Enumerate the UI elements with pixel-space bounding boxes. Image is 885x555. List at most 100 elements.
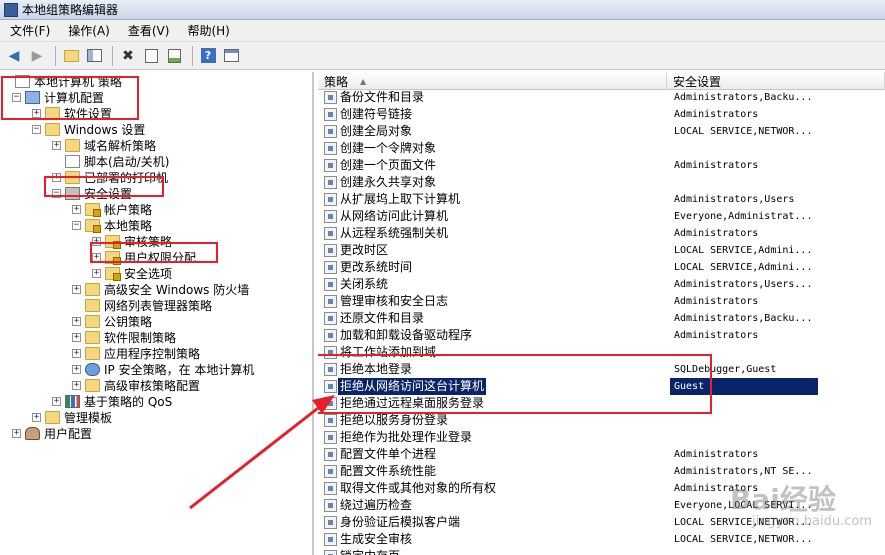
expand-icon[interactable]: + — [72, 284, 81, 294]
tree-item[interactable]: − 本地策略 — [72, 217, 152, 233]
policy-name: 从远程系统强制关机 — [340, 226, 449, 240]
policy-row[interactable]: 拒绝从网络访问这台计算机 Guest — [318, 378, 818, 395]
collapse-icon[interactable]: − — [12, 92, 21, 102]
export-list-icon[interactable] — [164, 46, 184, 66]
delete-icon[interactable]: ✖ — [118, 46, 138, 66]
expand-icon[interactable]: + — [72, 380, 81, 390]
view-icon[interactable] — [221, 46, 241, 66]
policy-row[interactable]: 管理审核和安全日志 Administrators — [318, 293, 818, 310]
tree-item[interactable]: − 安全设置 — [52, 185, 132, 201]
tree-item[interactable]: + 帐户策略 — [72, 201, 152, 217]
policy-row[interactable]: 从远程系统强制关机 Administrators — [318, 225, 818, 242]
policy-row[interactable]: 拒绝以服务身份登录 — [318, 412, 818, 429]
help-icon[interactable]: ? — [198, 46, 218, 66]
menu-file[interactable]: 文件(F) — [4, 22, 56, 39]
expand-icon[interactable]: + — [72, 332, 81, 342]
pc-icon — [25, 90, 40, 104]
collapse-icon[interactable]: − — [72, 220, 81, 230]
tree-item[interactable]: + 审核策略 — [92, 233, 172, 249]
tree-item[interactable]: + 管理模板 — [32, 409, 112, 425]
expand-icon[interactable]: + — [52, 172, 61, 182]
security-setting-value: LOCAL SERVICE,Admini... — [674, 262, 813, 273]
tree-item[interactable]: + 公钥策略 — [72, 313, 152, 329]
tree-item-label: 安全设置 — [84, 186, 133, 201]
up-folder-icon[interactable] — [61, 46, 81, 66]
security-setting-value: Administrators,Backu... — [674, 92, 813, 103]
policy-row[interactable]: 将工作站添加到域 — [318, 344, 818, 361]
collapse-icon[interactable]: − — [32, 124, 41, 134]
policy-row[interactable]: 备份文件和目录 Administrators,Backu... — [318, 89, 818, 106]
forward-arrow-icon[interactable]: ▶ — [27, 46, 47, 66]
tree-item[interactable]: + IP 安全策略，在 本地计算机 — [72, 361, 254, 377]
tree-item[interactable]: + 应用程序控制策略 — [72, 345, 200, 361]
security-setting-value: Administrators — [674, 228, 759, 239]
security-setting-value: Administrators — [674, 296, 759, 307]
menu-view[interactable]: 查看(V) — [122, 22, 176, 39]
column-header-security-setting[interactable]: 安全设置 — [667, 72, 885, 90]
menu-action[interactable]: 操作(A) — [62, 22, 116, 39]
expand-icon[interactable]: + — [12, 428, 21, 438]
folder-icon — [85, 314, 100, 328]
expand-icon[interactable]: + — [92, 268, 101, 278]
tree-item[interactable]: 脚本(启动/关机) — [52, 153, 169, 169]
collapse-icon[interactable]: − — [52, 188, 61, 198]
expand-icon[interactable]: + — [72, 316, 81, 326]
tree-item[interactable]: + 软件设置 — [32, 105, 112, 121]
policy-row[interactable]: 拒绝通过远程桌面服务登录 — [318, 395, 818, 412]
security-setting-value — [670, 429, 818, 446]
menu-help[interactable]: 帮助(H) — [181, 22, 235, 39]
properties-icon[interactable] — [141, 46, 161, 66]
policy-row[interactable]: 配置文件单个进程 Administrators — [318, 446, 818, 463]
policy-row[interactable]: 创建全局对象 LOCAL SERVICE,NETWOR... — [318, 123, 818, 140]
expand-icon[interactable]: + — [32, 108, 41, 118]
policy-row[interactable]: 锁定内存页 — [318, 548, 818, 555]
tree-item[interactable]: + 基于策略的 QoS — [52, 393, 172, 409]
show-hide-tree-icon[interactable] — [84, 46, 104, 66]
policy-row[interactable]: 从扩展坞上取下计算机 Administrators,Users — [318, 191, 818, 208]
tree-item[interactable]: + 已部署的打印机 — [52, 169, 168, 185]
policy-row[interactable]: 更改系统时间 LOCAL SERVICE,Admini... — [318, 259, 818, 276]
policy-row[interactable]: 创建一个页面文件 Administrators — [318, 157, 818, 174]
tree-item-label: 域名解析策略 — [84, 138, 157, 153]
shield-icon — [65, 186, 80, 200]
policy-row[interactable]: 更改时区 LOCAL SERVICE,Admini... — [318, 242, 818, 259]
policy-row[interactable]: 创建一个令牌对象 — [318, 140, 818, 157]
policy-row[interactable]: 加载和卸载设备驱动程序 Administrators — [318, 327, 818, 344]
expand-icon[interactable]: + — [72, 348, 81, 358]
tree-item[interactable]: − 计算机配置 — [12, 89, 104, 105]
expand-icon[interactable]: + — [52, 140, 61, 150]
console-tree[interactable]: 本地计算机 策略 − 计算机配置 + 软件设置 − Windows 设置 + 域名解析策略 脚本(… — [0, 72, 314, 555]
expand-icon[interactable]: + — [92, 236, 101, 246]
policy-row[interactable]: 关闭系统 Administrators,Users... — [318, 276, 818, 293]
policy-row[interactable]: 创建符号链接 Administrators — [318, 106, 818, 123]
policy-row[interactable]: 拒绝作为批处理作业登录 — [318, 429, 818, 446]
tree-item[interactable]: + 安全选项 — [92, 265, 172, 281]
tree-item[interactable]: 网络列表管理器策略 — [72, 297, 212, 313]
tree-item[interactable]: + 高级安全 Windows 防火墙 — [72, 281, 249, 297]
menu-bar: 文件(F) 操作(A) 查看(V) 帮助(H) — [0, 20, 885, 42]
expand-icon[interactable]: + — [72, 204, 81, 214]
tree-item[interactable]: − Windows 设置 — [32, 121, 145, 137]
policy-row[interactable]: 创建永久共享对象 — [318, 174, 818, 191]
expand-icon[interactable]: + — [72, 364, 81, 374]
expand-icon[interactable]: + — [92, 252, 101, 262]
expand-icon[interactable]: + — [32, 412, 41, 422]
tree-item[interactable]: + 软件限制策略 — [72, 329, 176, 345]
tree-item[interactable]: + 用户配置 — [12, 425, 92, 441]
tree-item-label: 软件限制策略 — [104, 330, 177, 345]
back-arrow-icon[interactable]: ◀ — [4, 46, 24, 66]
tree-item-label: 帐户策略 — [104, 202, 153, 217]
policy-row[interactable]: 还原文件和目录 Administrators,Backu... — [318, 310, 818, 327]
tree-item[interactable]: 本地计算机 策略 — [2, 73, 122, 89]
tree-item[interactable]: + 域名解析策略 — [52, 137, 156, 153]
tree-item[interactable]: + 高级审核策略配置 — [72, 377, 200, 393]
policy-setting-icon — [324, 295, 337, 308]
tree-item[interactable]: + 用户权限分配 — [92, 249, 196, 265]
policy-row[interactable]: 从网络访问此计算机 Everyone,Administrat... — [318, 208, 818, 225]
policy-row[interactable]: 生成安全审核 LOCAL SERVICE,NETWOR... — [318, 531, 818, 548]
column-header-policy[interactable]: 策略 ▲ — [318, 72, 667, 90]
tree-item-label: IP 安全策略，在 本地计算机 — [104, 362, 255, 377]
expand-icon[interactable]: + — [52, 396, 61, 406]
policy-row[interactable]: 拒绝本地登录 SQLDebugger,Guest — [318, 361, 818, 378]
